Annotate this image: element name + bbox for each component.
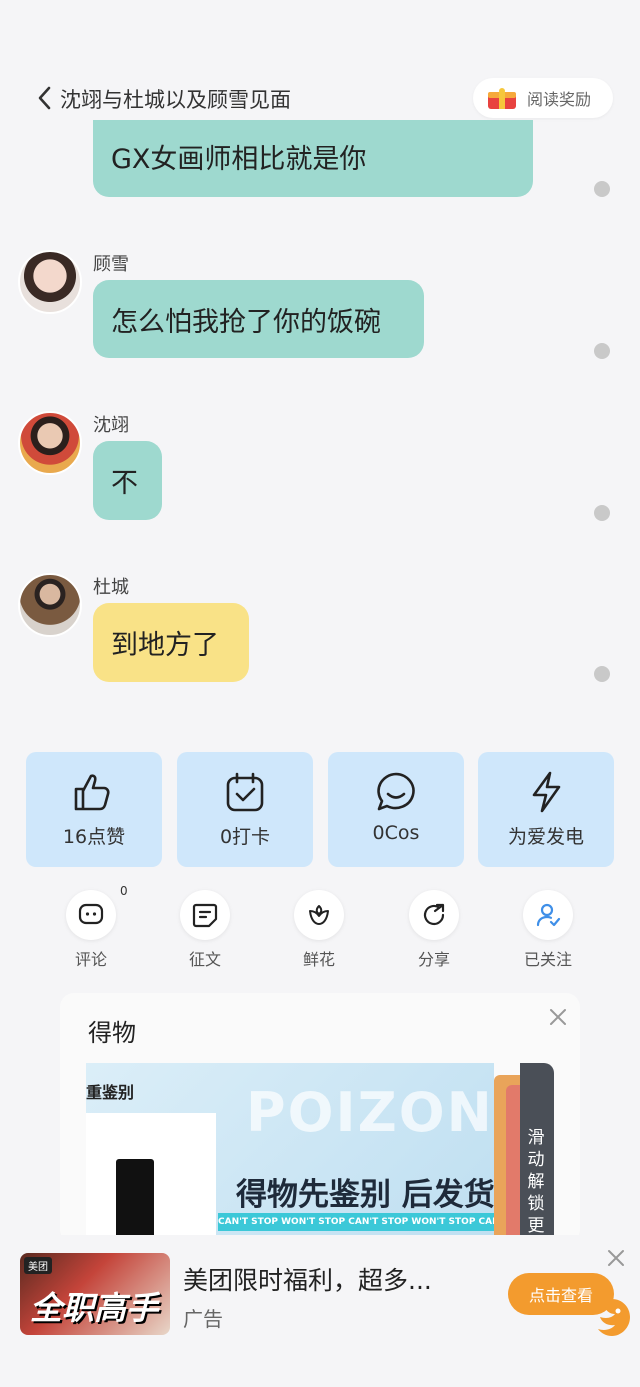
gift-box-icon [488, 88, 516, 109]
chapter-title: 沈翊与杜城以及顾雪见面 [60, 88, 291, 112]
message-text: 到地方了 [111, 630, 219, 661]
like-stat-button[interactable]: 16点赞 [26, 752, 162, 867]
thumbs-up-icon [74, 774, 110, 811]
essay-icon [192, 903, 218, 928]
banner-watermark: POIZON [246, 1081, 494, 1144]
read-status-dot [594, 343, 610, 359]
checkin-count: 0打卡 [219, 826, 271, 848]
user-check-icon [536, 903, 561, 927]
cos-count: 0Cos [372, 822, 420, 844]
meituan-logo: 美团 [24, 1257, 52, 1274]
close-icon[interactable] [548, 1007, 568, 1027]
sender-name: 顾雪 [93, 254, 129, 275]
bottom-ad-banner[interactable]: 美团 全职高手 美团限时福利，超多... 广告 点击查看 [0, 1235, 640, 1387]
ad-label: 广告 [183, 1307, 223, 1331]
read-status-dot [594, 666, 610, 682]
flower-label: 鲜花 [302, 950, 335, 969]
following-label: 已关注 [523, 950, 572, 969]
sender-name: 杜城 [93, 577, 129, 598]
calendar-check-icon [226, 772, 264, 812]
share-label: 分享 [417, 950, 450, 969]
message-text: 不 [111, 468, 138, 499]
close-icon[interactable] [607, 1249, 625, 1267]
banner-strip: CAN'T STOP WON'T STOP CAN'T STOP WON'T S… [218, 1213, 494, 1231]
slide-unlock-panel[interactable]: 滑动解锁更 [494, 1063, 554, 1243]
flower-icon [309, 905, 329, 925]
cos-stat-button[interactable]: 0Cos [328, 752, 464, 867]
message-text: GX女画师相比就是你 [111, 144, 367, 175]
message-bubble: 怎么怕我抢了你的饭碗 [93, 280, 424, 358]
message-bubble: 到地方了 [93, 603, 249, 682]
sender-name: 沈翊 [93, 415, 129, 436]
message-text: 怎么怕我抢了你的饭碗 [111, 306, 381, 338]
share-icon [423, 903, 445, 926]
checkin-stat-button[interactable]: 0打卡 [177, 752, 313, 867]
pants-product-icon [116, 1159, 154, 1238]
ad-thumbnail-text: 全职高手 [30, 1289, 159, 1327]
ad-title: 美团限时福利，超多... [183, 1266, 432, 1295]
comment-button[interactable]: 评论 [56, 890, 126, 970]
ad-card-title: 得物 [88, 1019, 136, 1047]
avatar-shenyi[interactable] [18, 411, 82, 475]
app-logo-icon [598, 1299, 630, 1336]
reading-reward-button[interactable]: 阅读奖励 [473, 78, 613, 118]
chat-smile-icon [377, 772, 415, 811]
power-label: 为爱发电 [507, 826, 584, 848]
ad-thumbnail: 美团 全职高手 [20, 1253, 170, 1335]
share-button[interactable]: 分享 [399, 890, 469, 970]
comment-label: 评论 [74, 950, 107, 969]
slide-unlock-text: 滑动解锁更 [527, 1128, 545, 1236]
banner-slogan: 得物先鉴别 后发货 [236, 1177, 494, 1213]
avatar-guxue[interactable] [18, 250, 82, 314]
ad-card[interactable]: 得物 POIZON 重鉴别 得物先鉴别 后发货 CAN'T STOP WON'T… [60, 993, 580, 1243]
back-arrow-icon[interactable] [34, 84, 56, 112]
top-bar: 沈翊与杜城以及顾雪见面 阅读奖励 [0, 70, 640, 126]
avatar-ducheng[interactable] [18, 573, 82, 637]
essay-button[interactable]: 征文 [170, 890, 240, 970]
message-bubble: GX女画师相比就是你 [93, 120, 533, 197]
reading-reward-label: 阅读奖励 [527, 90, 592, 109]
essay-label: 征文 [188, 950, 221, 969]
message-bubble: 不 [93, 441, 162, 520]
read-status-dot [594, 505, 610, 521]
comment-count-badge: 0 [120, 884, 128, 898]
lightning-icon [532, 771, 561, 813]
like-count: 16点赞 [62, 826, 126, 848]
flower-button[interactable]: 鲜花 [284, 890, 354, 970]
read-status-dot [594, 181, 610, 197]
following-button[interactable]: 已关注 [513, 890, 583, 970]
comment-icon [78, 903, 104, 925]
ad-banner-image[interactable]: POIZON 重鉴别 得物先鉴别 后发货 CAN'T STOP WON'T ST… [86, 1063, 494, 1238]
power-stat-button[interactable]: 为爱发电 [478, 752, 614, 867]
banner-tag: 重鉴别 [86, 1083, 135, 1102]
